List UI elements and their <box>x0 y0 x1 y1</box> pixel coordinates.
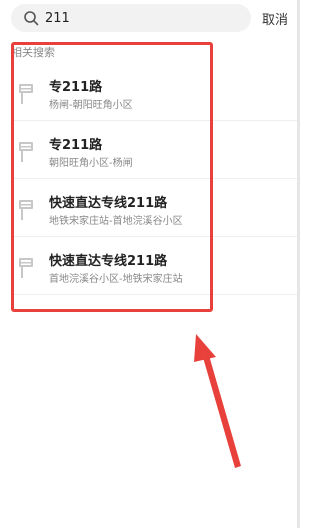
result-item[interactable]: 专211路 杨闸-朝阳旺角小区 <box>11 63 300 121</box>
result-subtitle: 杨闸-朝阳旺角小区 <box>49 100 133 111</box>
bus-stop-icon <box>19 258 33 278</box>
result-subtitle: 首地浣溪谷小区-地铁宋家庄站 <box>49 274 183 285</box>
result-title: 快速直达专线211路 <box>49 254 168 269</box>
result-item[interactable]: 专211路 朝阳旺角小区-杨闸 <box>11 121 300 179</box>
search-input[interactable] <box>45 8 235 28</box>
result-subtitle: 地铁宋家庄站-首地浣溪谷小区 <box>49 216 183 227</box>
result-title: 快速直达专线211路 <box>49 196 168 211</box>
scroll-edge <box>297 0 300 528</box>
results-list: 专211路 杨闸-朝阳旺角小区 专211路 朝阳旺角小区-杨闸 快速直达专线21… <box>11 63 300 295</box>
bus-stop-icon <box>19 84 33 104</box>
search-icon <box>24 11 39 26</box>
related-search-label: 相关搜索 <box>11 46 55 59</box>
result-title: 专211路 <box>49 138 103 153</box>
result-item[interactable]: 快速直达专线211路 首地浣溪谷小区-地铁宋家庄站 <box>11 237 300 295</box>
result-title: 专211路 <box>49 80 103 95</box>
cancel-button[interactable]: 取消 <box>262 9 288 28</box>
search-bar[interactable] <box>11 4 251 32</box>
result-subtitle: 朝阳旺角小区-杨闸 <box>49 158 133 169</box>
search-page: 取消 相关搜索 专211路 杨闸-朝阳旺角小区 专211路 朝阳旺角小区-杨闸 <box>0 0 300 528</box>
bus-stop-icon <box>19 200 33 220</box>
bus-stop-icon <box>19 142 33 162</box>
result-item[interactable]: 快速直达专线211路 地铁宋家庄站-首地浣溪谷小区 <box>11 179 300 237</box>
